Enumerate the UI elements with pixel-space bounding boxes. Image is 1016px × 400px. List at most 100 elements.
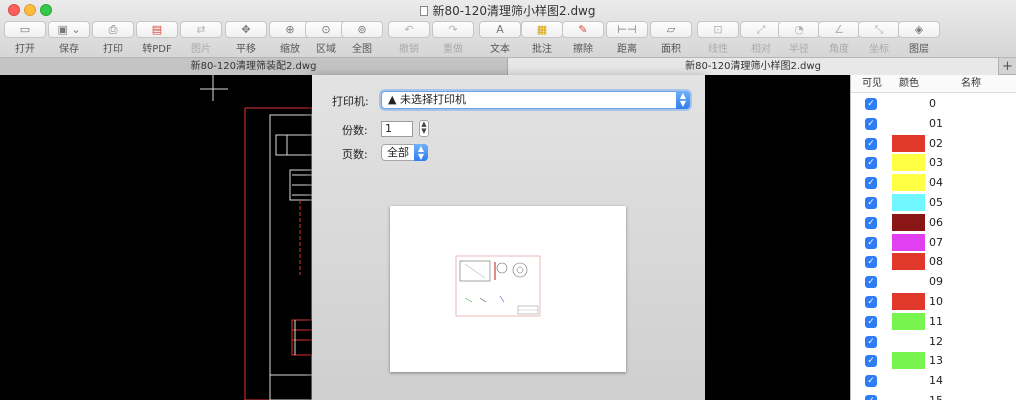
toolbar-item-15[interactable]: ⊢⊣ 距离 xyxy=(603,21,651,55)
layer-row[interactable]: ✓ 08 xyxy=(851,252,1016,272)
layer-name: 07 xyxy=(929,235,943,249)
layer-color-swatch[interactable] xyxy=(892,332,925,350)
pan-icon[interactable]: ✥ xyxy=(225,21,267,38)
layer-color-swatch[interactable] xyxy=(892,134,925,152)
printer-icon[interactable]: ⎙ xyxy=(92,21,134,38)
toolbar-item-3[interactable]: ⎙ 打印 xyxy=(89,21,137,55)
toolbar-item-5[interactable]: ⇄ 图片 xyxy=(177,21,225,55)
layer-row[interactable]: ✓ 02 xyxy=(851,134,1016,154)
print-dialog: 打印机: ▲ 未选择打印机 ▲ ▼ 份数: 1 ▲ ▼ 页数: 全部 ▲ ▼ xyxy=(312,75,705,400)
toolbar-label: 图片 xyxy=(191,44,211,55)
layer-row[interactable]: ✓ 0 xyxy=(851,94,1016,114)
layer-color-swatch[interactable] xyxy=(892,312,925,330)
angle-icon[interactable]: ∠ xyxy=(818,21,860,38)
annotation-icon[interactable]: ▦ xyxy=(521,21,563,38)
layer-visible-checkbox[interactable]: ✓ xyxy=(865,256,877,269)
layer-color-swatch[interactable] xyxy=(892,392,925,400)
layer-visible-checkbox[interactable]: ✓ xyxy=(865,315,877,328)
save-icon[interactable]: ▣ ⌄ xyxy=(48,21,90,38)
layer-visible-checkbox[interactable]: ✓ xyxy=(865,276,877,289)
toolbar-item-17[interactable]: ⊡ 线性 xyxy=(694,21,742,55)
layer-visible-checkbox[interactable]: ✓ xyxy=(865,98,877,110)
eraser-icon[interactable]: ✎ xyxy=(562,21,604,38)
tab-sample-drawing[interactable]: 新80-120清理筛小样图2.dwg xyxy=(508,58,998,75)
layer-visible-checkbox[interactable]: ✓ xyxy=(865,137,877,150)
copies-stepper[interactable]: ▲ ▼ xyxy=(419,120,429,137)
layer-color-swatch[interactable] xyxy=(892,95,925,112)
toolbar-item-12[interactable]: A 文本 xyxy=(476,21,524,55)
layer-visible-checkbox[interactable]: ✓ xyxy=(865,157,877,170)
layer-row[interactable]: ✓ 04 xyxy=(851,173,1016,193)
toolbar-item-2[interactable]: ▣ ⌄ 保存 xyxy=(45,21,93,55)
undo-icon[interactable]: ↶ xyxy=(388,21,430,38)
printer-select[interactable]: ▲ 未选择打印机 ▲ ▼ xyxy=(381,91,690,109)
layer-row[interactable]: ✓ 13 xyxy=(851,351,1016,371)
layer-row[interactable]: ✓ 09 xyxy=(851,272,1016,292)
toolbar-label: 全图 xyxy=(352,44,372,55)
toolbar-item-6[interactable]: ✥ 平移 xyxy=(222,21,270,55)
layer-visible-checkbox[interactable]: ✓ xyxy=(865,117,877,130)
layer-visible-checkbox[interactable]: ✓ xyxy=(865,375,877,388)
layer-visible-checkbox[interactable]: ✓ xyxy=(865,177,877,190)
distance-icon[interactable]: ⊢⊣ xyxy=(606,21,648,38)
layer-name: 14 xyxy=(929,374,943,388)
layer-visible-checkbox[interactable]: ✓ xyxy=(865,236,877,249)
radius-icon[interactable]: ◔ xyxy=(778,21,820,38)
toolbar-item-9[interactable]: ⊚ 全图 xyxy=(338,21,386,55)
toolbar-item-11[interactable]: ↷ 重做 xyxy=(429,21,477,55)
redo-icon[interactable]: ↷ xyxy=(432,21,474,38)
linear-icon[interactable]: ⊡ xyxy=(697,21,739,38)
pdf-icon[interactable]: ▤ xyxy=(136,21,178,38)
pages-select[interactable]: 全部 ▲ ▼ xyxy=(381,144,428,161)
layer-visible-checkbox[interactable]: ✓ xyxy=(865,296,877,308)
layer-color-swatch[interactable] xyxy=(892,233,925,251)
layer-color-swatch[interactable] xyxy=(892,372,925,390)
toolbar-label: 线性 xyxy=(708,44,728,55)
toolbar-item-22[interactable]: ◈ 图层 xyxy=(895,21,943,55)
toolbar-item-14[interactable]: ✎ 擦除 xyxy=(559,21,607,55)
image-icon[interactable]: ⇄ xyxy=(180,21,222,38)
text-icon[interactable]: A xyxy=(479,21,521,38)
layer-visible-checkbox[interactable]: ✓ xyxy=(865,216,877,229)
layer-visible-checkbox[interactable]: ✓ xyxy=(865,395,877,400)
tab-assembly-drawing[interactable]: 新80-120清理筛装配2.dwg xyxy=(0,58,508,75)
layer-name: 11 xyxy=(929,314,943,328)
layer-row[interactable]: ✓ 10 xyxy=(851,292,1016,312)
layer-color-swatch[interactable] xyxy=(892,114,925,132)
new-tab-button[interactable]: + xyxy=(998,58,1016,75)
layer-row[interactable]: ✓ 12 xyxy=(851,332,1016,352)
folder-icon[interactable]: ▭ xyxy=(4,21,46,38)
coordinate-icon[interactable]: ⤡ xyxy=(858,21,900,38)
layer-color-swatch[interactable] xyxy=(892,293,925,310)
area-icon[interactable]: ▱ xyxy=(650,21,692,38)
layer-color-swatch[interactable] xyxy=(892,253,925,271)
layer-row[interactable]: ✓ 14 xyxy=(851,371,1016,391)
layer-panel: 可见 颜色 名称 ✓ 0 ✓ 01 ✓ 02 ✓ 03 ✓ 04 ✓ 05 ✓ 06 ✓ 07 ✓ 08 ✓ 09 ✓ 1… xyxy=(850,75,1016,400)
layer-row[interactable]: ✓ 03 xyxy=(851,153,1016,173)
toolbar-item-4[interactable]: ▤ 转PDF xyxy=(133,21,181,55)
layer-row[interactable]: ✓ 01 xyxy=(851,114,1016,134)
toolbar-item-16[interactable]: ▱ 面积 xyxy=(647,21,695,55)
layer-visible-checkbox[interactable]: ✓ xyxy=(865,197,877,209)
layer-row[interactable]: ✓ 06 xyxy=(851,213,1016,233)
layer-visible-checkbox[interactable]: ✓ xyxy=(865,355,877,368)
layers-icon[interactable]: ◈ xyxy=(898,21,940,38)
toolbar-item-1[interactable]: ▭ 打开 xyxy=(1,21,49,55)
layer-name: 08 xyxy=(929,255,943,269)
layer-row[interactable]: ✓ 15 xyxy=(851,391,1016,400)
copies-field[interactable]: 1 xyxy=(381,121,413,137)
layer-row[interactable]: ✓ 05 xyxy=(851,193,1016,213)
toolbar-item-10[interactable]: ↶ 撤销 xyxy=(385,21,433,55)
layer-color-swatch[interactable] xyxy=(892,273,925,291)
layer-color-swatch[interactable] xyxy=(892,174,925,192)
layer-color-swatch[interactable] xyxy=(892,352,925,370)
layer-name: 06 xyxy=(929,215,943,229)
zoom-all-icon[interactable]: ⊚ xyxy=(341,21,383,38)
layer-row[interactable]: ✓ 07 xyxy=(851,233,1016,253)
layer-visible-checkbox[interactable]: ✓ xyxy=(865,335,877,348)
layer-color-swatch[interactable] xyxy=(892,213,925,231)
layer-color-swatch[interactable] xyxy=(892,154,925,172)
layer-row[interactable]: ✓ 11 xyxy=(851,312,1016,332)
layer-color-swatch[interactable] xyxy=(892,194,925,211)
chevron-updown-icon: ▲ ▼ xyxy=(676,91,690,109)
